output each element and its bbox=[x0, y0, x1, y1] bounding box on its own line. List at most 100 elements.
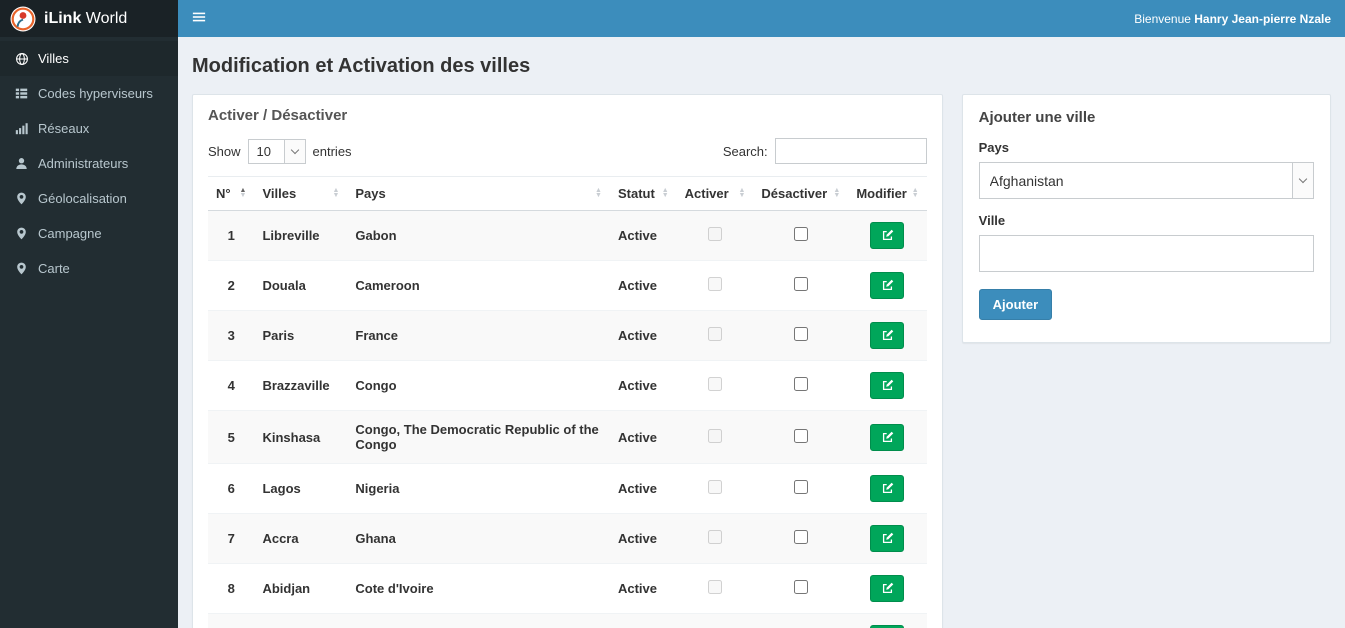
cell-pays: Senegal bbox=[347, 613, 610, 628]
sort-icon: ▲ ▼ bbox=[661, 187, 669, 199]
activer-checkbox bbox=[708, 377, 722, 391]
main-content: Modification et Activation des villes Ac… bbox=[178, 37, 1345, 628]
cell-pays: Cameroon bbox=[347, 260, 610, 311]
desactiver-checkbox[interactable] bbox=[793, 327, 808, 341]
search-input[interactable] bbox=[774, 138, 927, 164]
page-length-select[interactable]: 10 bbox=[248, 139, 305, 163]
cell-pays: Ghana bbox=[347, 513, 610, 564]
edit-button[interactable] bbox=[870, 322, 905, 349]
edit-button[interactable] bbox=[870, 423, 905, 451]
sidebar-item-geolocalisation[interactable]: Géolocalisation bbox=[0, 181, 178, 216]
sidebar: Villes Codes hyperviseurs Réseaux Admini… bbox=[0, 37, 178, 628]
app-brand[interactable]: iLink World bbox=[0, 0, 178, 37]
show-label: Show bbox=[208, 143, 241, 159]
page-title: Modification et Activation des villes bbox=[192, 55, 531, 77]
pays-label: Pays bbox=[978, 140, 1010, 155]
cell-statut: Active bbox=[609, 210, 677, 261]
edit-button[interactable] bbox=[870, 575, 905, 602]
marker-icon bbox=[14, 227, 29, 240]
sidebar-menu: Villes Codes hyperviseurs Réseaux Admini… bbox=[0, 37, 178, 286]
cities-table-panel: Activer / Désactiver Show 10 entries Sea… bbox=[192, 94, 943, 628]
sort-icon: ▲ ▼ bbox=[332, 187, 340, 199]
sidebar-item-codes-hyperviseurs[interactable]: Codes hyperviseurs bbox=[0, 76, 178, 111]
table-panel-title: Activer / Désactiver bbox=[208, 107, 348, 124]
cell-ville: Libreville bbox=[254, 210, 348, 261]
cell-statut: Active bbox=[609, 563, 677, 614]
ajouter-button[interactable]: Ajouter bbox=[978, 289, 1053, 320]
cell-num: 1 bbox=[208, 210, 255, 261]
pays-select[interactable]: Afghanistan bbox=[979, 163, 1313, 198]
signal-icon bbox=[14, 122, 29, 135]
list-icon bbox=[14, 87, 29, 100]
page-length-control: Show 10 entries bbox=[208, 138, 352, 164]
sidebar-item-villes[interactable]: Villes bbox=[0, 41, 178, 76]
edit-pencil-icon bbox=[881, 532, 894, 545]
activer-checkbox bbox=[708, 480, 722, 494]
desactiver-checkbox[interactable] bbox=[793, 277, 808, 291]
user-icon bbox=[14, 157, 29, 170]
marker-icon bbox=[14, 262, 29, 275]
edit-button[interactable] bbox=[870, 222, 905, 249]
column-header-activer[interactable]: Activer ▲ ▼ bbox=[676, 176, 754, 211]
add-city-panel: Ajouter une ville Pays Afghanistan Ville… bbox=[961, 94, 1331, 343]
sidebar-item-label: Administrateurs bbox=[38, 156, 129, 171]
desactiver-checkbox[interactable] bbox=[793, 428, 808, 443]
cell-ville: Dakar bbox=[254, 613, 348, 628]
desactiver-checkbox[interactable] bbox=[793, 227, 808, 241]
table-body: 1 Libreville Gabon Active 2 Douala Camer… bbox=[208, 210, 927, 628]
cell-pays: France bbox=[347, 310, 610, 361]
marker-icon bbox=[14, 192, 29, 205]
cell-num: 9 bbox=[208, 613, 255, 628]
cell-statut: Active bbox=[609, 360, 677, 411]
cell-ville: Kinshasa bbox=[254, 410, 348, 464]
desactiver-checkbox[interactable] bbox=[793, 530, 808, 544]
cell-pays: Congo bbox=[347, 360, 610, 411]
cell-ville: Accra bbox=[254, 513, 348, 564]
desactiver-checkbox[interactable] bbox=[793, 580, 808, 594]
sidebar-item-reseaux[interactable]: Réseaux bbox=[0, 111, 178, 146]
cell-statut: Active bbox=[609, 260, 677, 311]
edit-pencil-icon bbox=[881, 582, 894, 595]
sidebar-item-label: Carte bbox=[38, 261, 70, 276]
column-label: Villes bbox=[262, 186, 297, 201]
column-header-statut[interactable]: Statut ▲ ▼ bbox=[609, 176, 677, 211]
edit-button[interactable] bbox=[870, 475, 905, 502]
table-row: 8 Abidjan Cote d'Ivoire Active bbox=[208, 563, 927, 614]
sidebar-toggle-button[interactable] bbox=[178, 0, 220, 37]
column-label: Activer bbox=[684, 186, 729, 201]
column-label: N° bbox=[216, 186, 231, 201]
sidebar-item-label: Géolocalisation bbox=[38, 191, 127, 206]
edit-button[interactable] bbox=[870, 272, 905, 299]
edit-button[interactable] bbox=[870, 372, 905, 399]
hamburger-icon bbox=[192, 12, 206, 21]
edit-pencil-icon bbox=[881, 379, 894, 392]
column-header-ville[interactable]: Villes ▲ ▼ bbox=[254, 176, 348, 211]
activer-checkbox bbox=[708, 277, 722, 291]
sidebar-item-campagne[interactable]: Campagne bbox=[0, 216, 178, 251]
column-header-desactiver[interactable]: Désactiver ▲ ▼ bbox=[753, 176, 849, 211]
cell-num: 3 bbox=[208, 310, 255, 361]
welcome-text: Bienvenue Hanry Jean-pierre Nzale bbox=[1134, 11, 1331, 26]
column-header-pays[interactable]: Pays ▲ ▼ bbox=[347, 176, 610, 211]
desactiver-checkbox[interactable] bbox=[793, 377, 808, 391]
column-header-num[interactable]: N° ▲ ▼ bbox=[208, 176, 255, 211]
desactiver-checkbox[interactable] bbox=[793, 480, 808, 494]
cell-pays: Cote d'Ivoire bbox=[347, 563, 610, 614]
sort-icon: ▲ ▼ bbox=[239, 187, 247, 199]
ville-input[interactable] bbox=[978, 235, 1314, 272]
ville-label: Ville bbox=[978, 213, 1006, 228]
edit-button[interactable] bbox=[870, 525, 905, 552]
table-row: 9 Dakar Senegal Active bbox=[208, 613, 927, 628]
activer-checkbox bbox=[708, 530, 722, 544]
cell-num: 4 bbox=[208, 360, 255, 411]
sidebar-item-label: Villes bbox=[38, 51, 69, 66]
sidebar-item-label: Campagne bbox=[38, 226, 102, 241]
cell-num: 6 bbox=[208, 463, 255, 514]
table-row: 7 Accra Ghana Active bbox=[208, 513, 927, 564]
sidebar-item-carte[interactable]: Carte bbox=[0, 251, 178, 286]
app-logo-icon bbox=[10, 6, 36, 32]
sidebar-item-administrateurs[interactable]: Administrateurs bbox=[0, 146, 178, 181]
column-label: Désactiver bbox=[761, 186, 828, 201]
sidebar-item-label: Réseaux bbox=[38, 121, 90, 136]
column-header-modifier[interactable]: Modifier ▲ ▼ bbox=[848, 176, 927, 211]
